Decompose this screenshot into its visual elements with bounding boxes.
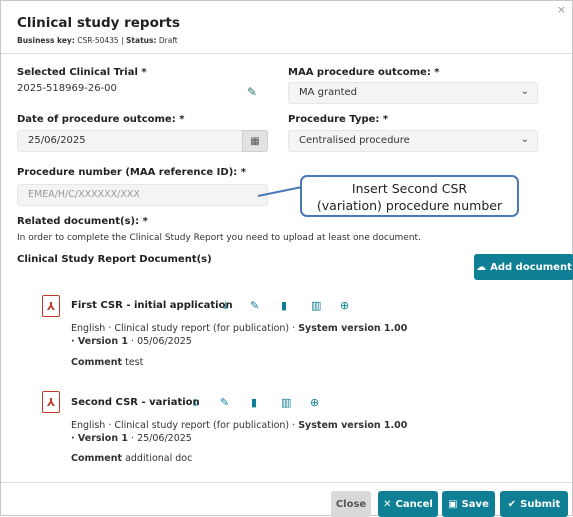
header-divider [1,53,572,54]
document-date: · 25/06/2025 [131,433,192,444]
submit-button[interactable]: ✔ Submit [500,491,568,517]
procedure-type-value: Centralised procedure [299,135,410,146]
document-version: · Version 1 [71,336,128,347]
document-version-line: · Version 1 · 25/06/2025 [71,433,192,444]
callout-pointer [257,186,303,197]
file-icon[interactable]: ▮ [281,299,287,312]
document-meta: English · Clinical study report (for pub… [71,323,407,334]
procedure-number-placeholder: EMEA/H/C/XXXXXX/XXX [28,189,140,200]
annotation-callout: Insert Second CSR (variation) procedure … [300,175,519,217]
edit-trial-pencil-icon[interactable]: ✎ [247,85,257,99]
procedure-number-input[interactable]: EMEA/H/C/XXXXXX/XXX [17,184,268,206]
business-key-label: Business key: [17,36,75,45]
document-meta: English · Clinical study report (for pub… [71,420,407,431]
procedure-type-select[interactable]: Centralised procedure ⌄ [288,130,538,152]
modal-subtitle: Business key: CSR-50435 | Status: Draft [17,36,178,45]
date-label: Date of procedure outcome: * [17,114,185,125]
add-document-label: Add document [490,261,572,273]
document-comment: Comment test [71,357,143,368]
edit-pencil-icon[interactable]: ✎ [220,396,229,409]
comment-text: test [125,357,144,368]
plus-circle-icon[interactable]: ⊕ [340,299,349,312]
save-icon: ▣ [448,498,458,510]
comment-label: Comment [71,453,123,464]
add-document-button[interactable]: ☁ Add document [474,254,573,280]
modal-title: Clinical study reports [17,15,181,31]
date-value: 25/06/2025 [28,135,86,146]
maa-outcome-value: MA granted [299,87,357,98]
document-system-version: System version 1.00 [298,420,408,431]
cancel-button-label: Cancel [395,498,433,510]
chevron-down-icon: ⌄ [520,86,529,97]
business-key-value: CSR-50435 [77,36,119,45]
procedure-type-label: Procedure Type: * [288,114,389,125]
trash-icon[interactable]: ▥ [281,396,291,409]
document-version-line: · Version 1 · 05/06/2025 [71,336,192,347]
related-docs-help: In order to complete the Clinical Study … [17,233,421,243]
comment-label: Comment [71,357,123,368]
comment-text: additional doc [125,453,193,464]
x-icon: ✕ [383,498,392,510]
callout-line-1: Insert Second CSR [351,181,468,196]
trial-value: 2025-518969-26-00 [17,83,117,94]
trial-label: Selected Clinical Trial * [17,67,147,78]
document-comment: Comment additional doc [71,453,192,464]
calendar-icon[interactable]: ▦ [242,130,268,152]
download-icon[interactable]: ⤓ [223,299,228,313]
file-icon[interactable]: ▮ [251,396,257,409]
check-icon: ✔ [507,498,517,510]
cloud-upload-icon: ☁ [476,261,487,273]
clinical-study-reports-modal: Clinical study reports Business key: CSR… [0,0,573,517]
document-meta-prefix: English · Clinical study report (for pub… [71,323,296,334]
close-button[interactable]: Close [331,491,371,517]
document-date: · 05/06/2025 [131,336,192,347]
footer-divider [1,482,572,483]
document-title: First CSR - initial application [71,300,233,311]
status-label: Status: [126,36,157,45]
edit-pencil-icon[interactable]: ✎ [250,299,259,312]
save-button[interactable]: ▣ Save [442,491,495,517]
maa-outcome-select[interactable]: MA granted ⌄ [288,82,538,104]
download-icon[interactable]: ⤓ [193,396,198,410]
related-docs-label: Related document(s): * [17,216,148,227]
subtitle-separator: | [121,36,124,45]
close-icon[interactable]: × [557,3,566,16]
document-system-version: System version 1.00 [298,323,408,334]
chevron-down-icon: ⌄ [520,134,529,145]
pdf-icon: ⅄ [42,295,60,317]
pdf-icon: ⅄ [42,391,60,413]
procedure-number-label: Procedure number (MAA reference ID): * [17,167,246,178]
submit-button-label: Submit [520,498,561,510]
date-input[interactable]: 25/06/2025 [17,130,243,152]
status-value: Draft [158,36,178,45]
close-button-label: Close [335,498,367,510]
csr-docs-label: Clinical Study Report Document(s) [17,254,212,265]
document-title: Second CSR - variation [71,397,200,408]
cancel-button[interactable]: ✕ Cancel [378,491,438,517]
document-version: · Version 1 [71,433,128,444]
document-meta-prefix: English · Clinical study report (for pub… [71,420,296,431]
save-button-label: Save [461,498,489,510]
maa-outcome-label: MAA procedure outcome: * [288,67,440,78]
plus-circle-icon[interactable]: ⊕ [310,396,319,409]
callout-line-2: (variation) procedure number [316,198,503,213]
trash-icon[interactable]: ▥ [311,299,321,312]
